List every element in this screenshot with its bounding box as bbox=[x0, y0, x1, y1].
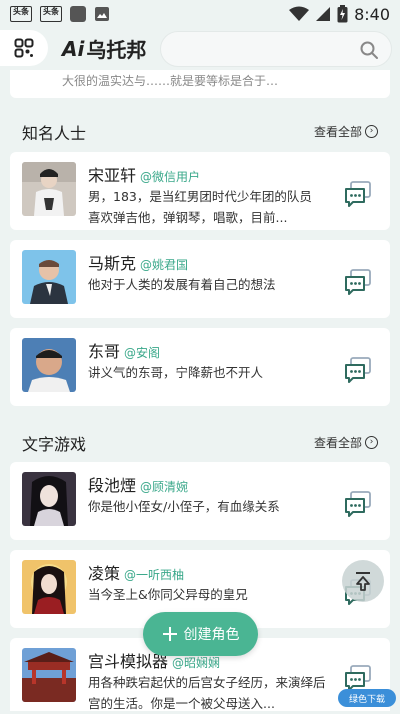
app-notification-icon bbox=[70, 6, 86, 22]
chat-icon[interactable] bbox=[344, 490, 372, 518]
chevron-right-icon: › bbox=[365, 125, 378, 138]
grid-icon bbox=[14, 38, 34, 58]
chat-icon[interactable] bbox=[344, 180, 372, 208]
character-description: 男，183，是当红男团时代少年团的队员 喜欢弹吉他，弹钢琴，唱歌，目前... bbox=[88, 189, 312, 225]
character-name-text: 段池煙 bbox=[88, 476, 137, 495]
character-description: 你是他小侄女/小侄子，有血缘关系 bbox=[88, 499, 280, 514]
character-name: 东哥 @安阁 bbox=[88, 338, 160, 362]
scroll-to-top-button[interactable] bbox=[342, 560, 384, 602]
see-all-famous-link[interactable]: 查看全部 › bbox=[314, 123, 378, 140]
character-description: 他对于人类的发展有着自己的想法 bbox=[88, 277, 276, 292]
chevron-right-icon: › bbox=[365, 436, 378, 449]
watermark-logo: 绿色下载 bbox=[338, 689, 396, 707]
chat-icon[interactable] bbox=[344, 356, 372, 384]
wifi-icon bbox=[289, 6, 310, 21]
section-title-text-games: 文字游戏 bbox=[22, 435, 87, 454]
character-name-text: 马斯克 bbox=[88, 254, 137, 273]
status-bar: 头条 头条 8:40 bbox=[0, 0, 400, 28]
chat-icon[interactable] bbox=[344, 268, 372, 296]
character-description: 用各种跌宕起伏的后宫女子经历，来演绎后宫的生活。你是一个被父母送入... bbox=[88, 675, 326, 711]
clock: 8:40 bbox=[354, 4, 390, 24]
avatar bbox=[22, 338, 76, 392]
see-all-text-games-link[interactable]: 查看全部 › bbox=[314, 434, 378, 451]
character-name: 马斯克 @姚君国 bbox=[88, 250, 188, 274]
author-handle[interactable]: @一听西柚 bbox=[124, 568, 184, 582]
menu-grid-button[interactable] bbox=[0, 30, 48, 66]
character-name: 宋亚轩 @微信用户 bbox=[88, 162, 200, 186]
section-title-famous: 知名人士 bbox=[22, 124, 87, 143]
plus-icon bbox=[162, 627, 177, 641]
character-name-text: 宋亚轩 bbox=[88, 166, 137, 185]
create-character-button[interactable]: 创建角色 bbox=[143, 612, 258, 656]
character-card-musk[interactable]: 马斯克 @姚君国 他对于人类的发展有着自己的想法 bbox=[10, 240, 390, 318]
search-icon[interactable] bbox=[359, 40, 379, 60]
author-handle[interactable]: @昭娴娴 bbox=[172, 656, 220, 670]
author-handle[interactable]: @顾清婉 bbox=[140, 480, 188, 494]
image-notification-icon bbox=[95, 7, 109, 21]
avatar bbox=[22, 250, 76, 304]
avatar bbox=[22, 560, 76, 614]
arrow-up-icon bbox=[356, 572, 370, 591]
author-handle[interactable]: @姚君国 bbox=[140, 258, 188, 272]
character-description: 当今圣上&你同父异母的皇兄 bbox=[88, 587, 248, 602]
toutiao-notification-icon: 头条 bbox=[40, 6, 62, 22]
character-description: 讲义气的东哥，宁降薪也不开人 bbox=[88, 365, 264, 380]
previous-card-partial[interactable]: 大很的温实达与……就是要等标是合于… bbox=[10, 70, 390, 98]
chat-icon[interactable] bbox=[344, 664, 372, 692]
battery-icon bbox=[337, 5, 348, 23]
character-card-duanchiyan[interactable]: 段池煙 @顾清婉 你是他小侄女/小侄子，有血缘关系 bbox=[10, 462, 390, 540]
see-all-label: 查看全部 bbox=[313, 436, 362, 450]
toutiao-notification-icon: 头条 bbox=[10, 6, 32, 22]
app-header: Ai 乌托邦 bbox=[0, 28, 400, 72]
author-handle[interactable]: @微信用户 bbox=[140, 170, 200, 184]
avatar bbox=[22, 472, 76, 526]
character-name: 凌策 @一听西柚 bbox=[88, 560, 184, 584]
character-name-text: 宫斗模拟器 bbox=[88, 652, 169, 671]
character-card-dongge[interactable]: 东哥 @安阁 讲义气的东哥，宁降薪也不开人 bbox=[10, 328, 390, 406]
avatar bbox=[22, 648, 76, 702]
signal-icon bbox=[316, 7, 331, 21]
see-all-label: 查看全部 bbox=[313, 125, 362, 139]
character-name-text: 东哥 bbox=[88, 342, 121, 361]
create-character-label: 创建角色 bbox=[183, 627, 240, 643]
character-card-songyaxuan[interactable]: 宋亚轩 @微信用户 男，183，是当红男团时代少年团的队员 喜欢弹吉他，弹钢琴，唱… bbox=[10, 152, 390, 230]
character-name-text: 凌策 bbox=[88, 564, 121, 583]
search-input[interactable] bbox=[160, 31, 392, 67]
app-logo: Ai 乌托邦 bbox=[62, 34, 146, 63]
avatar bbox=[22, 162, 76, 216]
logo-text: 乌托邦 bbox=[86, 38, 147, 62]
author-handle[interactable]: @安阁 bbox=[124, 346, 160, 360]
logo-ai: Ai bbox=[62, 36, 85, 61]
character-name: 段池煙 @顾清婉 bbox=[88, 472, 188, 496]
previous-card-text: 大很的温实达与……就是要等标是合于… bbox=[62, 74, 279, 88]
